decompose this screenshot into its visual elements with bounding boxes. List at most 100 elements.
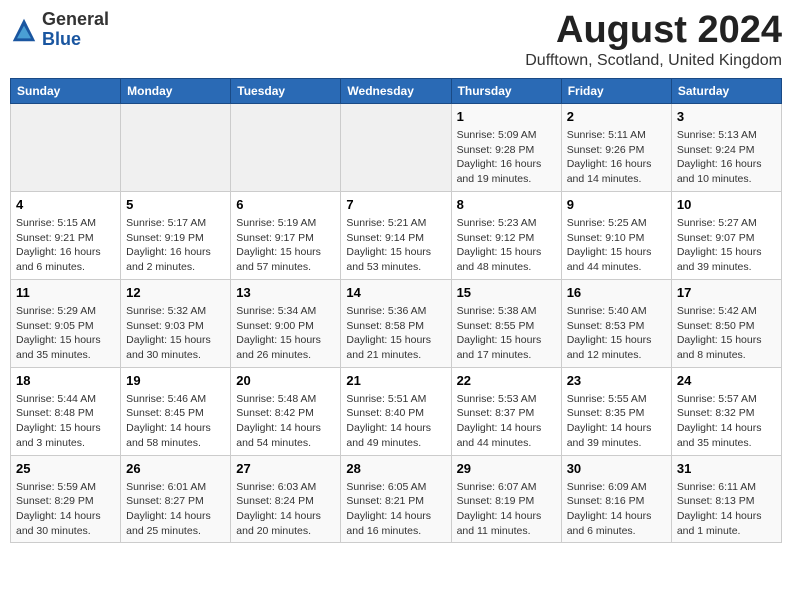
day-number: 18 <box>16 372 115 390</box>
day-info: Sunrise: 6:01 AM Sunset: 8:27 PM Dayligh… <box>126 480 225 539</box>
day-info: Sunrise: 5:29 AM Sunset: 9:05 PM Dayligh… <box>16 304 115 363</box>
day-info: Sunrise: 5:38 AM Sunset: 8:55 PM Dayligh… <box>457 304 556 363</box>
day-number: 20 <box>236 372 335 390</box>
day-number: 12 <box>126 284 225 302</box>
calendar-cell: 26 Sunrise: 6:01 AM Sunset: 8:27 PM Dayli… <box>121 455 231 543</box>
day-number: 5 <box>126 196 225 214</box>
calendar-cell: 13 Sunrise: 5:34 AM Sunset: 9:00 PM Dayli… <box>231 279 341 367</box>
calendar-cell: 24 Sunrise: 5:57 AM Sunset: 8:32 PM Dayli… <box>671 367 781 455</box>
day-info: Sunrise: 5:42 AM Sunset: 8:50 PM Dayligh… <box>677 304 776 363</box>
day-info: Sunrise: 5:15 AM Sunset: 9:21 PM Dayligh… <box>16 216 115 275</box>
calendar-cell: 22 Sunrise: 5:53 AM Sunset: 8:37 PM Dayli… <box>451 367 561 455</box>
calendar-cell: 1 Sunrise: 5:09 AM Sunset: 9:28 PM Daylig… <box>451 103 561 191</box>
weekday-header-row: SundayMondayTuesdayWednesdayThursdayFrid… <box>11 78 782 103</box>
weekday-header-saturday: Saturday <box>671 78 781 103</box>
day-info: Sunrise: 5:59 AM Sunset: 8:29 PM Dayligh… <box>16 480 115 539</box>
day-info: Sunrise: 5:11 AM Sunset: 9:26 PM Dayligh… <box>567 128 666 187</box>
calendar-cell: 14Sunrise: 5:36 AM Sunset: 8:58 PM Dayli… <box>341 279 451 367</box>
calendar-cell: 3 Sunrise: 5:13 AM Sunset: 9:24 PM Daylig… <box>671 103 781 191</box>
day-info: Sunrise: 5:23 AM Sunset: 9:12 PM Dayligh… <box>457 216 556 275</box>
day-number: 24 <box>677 372 776 390</box>
calendar-week-1: 1 Sunrise: 5:09 AM Sunset: 9:28 PM Daylig… <box>11 103 782 191</box>
day-number: 31 <box>677 460 776 478</box>
calendar-cell: 18 Sunrise: 5:44 AM Sunset: 8:48 PM Dayli… <box>11 367 121 455</box>
weekday-header-friday: Friday <box>561 78 671 103</box>
day-number: 27 <box>236 460 335 478</box>
day-info: Sunrise: 5:17 AM Sunset: 9:19 PM Dayligh… <box>126 216 225 275</box>
calendar-cell: 9Sunrise: 5:25 AM Sunset: 9:10 PM Daylig… <box>561 191 671 279</box>
calendar-cell <box>121 103 231 191</box>
day-number: 1 <box>457 108 556 126</box>
day-info: Sunrise: 5:32 AM Sunset: 9:03 PM Dayligh… <box>126 304 225 363</box>
day-number: 21 <box>346 372 445 390</box>
title-block: August 2024 Dufftown, Scotland, United K… <box>525 10 782 70</box>
page-header: General Blue August 2024 Dufftown, Scotl… <box>10 10 782 70</box>
location: Dufftown, Scotland, United Kingdom <box>525 52 782 70</box>
day-info: Sunrise: 5:09 AM Sunset: 9:28 PM Dayligh… <box>457 128 556 187</box>
day-number: 17 <box>677 284 776 302</box>
calendar-cell: 30 Sunrise: 6:09 AM Sunset: 8:16 PM Dayli… <box>561 455 671 543</box>
logo-general: General <box>42 9 109 29</box>
day-info: Sunrise: 5:13 AM Sunset: 9:24 PM Dayligh… <box>677 128 776 187</box>
calendar-cell: 21Sunrise: 5:51 AM Sunset: 8:40 PM Dayli… <box>341 367 451 455</box>
calendar-cell <box>11 103 121 191</box>
calendar-cell: 15Sunrise: 5:38 AM Sunset: 8:55 PM Dayli… <box>451 279 561 367</box>
calendar-cell: 11 Sunrise: 5:29 AM Sunset: 9:05 PM Dayli… <box>11 279 121 367</box>
day-number: 6 <box>236 196 335 214</box>
day-number: 26 <box>126 460 225 478</box>
day-number: 7 <box>346 196 445 214</box>
calendar-cell: 19 Sunrise: 5:46 AM Sunset: 8:45 PM Dayli… <box>121 367 231 455</box>
logo: General Blue <box>10 10 109 50</box>
day-info: Sunrise: 6:11 AM Sunset: 8:13 PM Dayligh… <box>677 480 776 539</box>
day-info: Sunrise: 5:53 AM Sunset: 8:37 PM Dayligh… <box>457 392 556 451</box>
weekday-header-sunday: Sunday <box>11 78 121 103</box>
weekday-header-tuesday: Tuesday <box>231 78 341 103</box>
day-info: Sunrise: 5:57 AM Sunset: 8:32 PM Dayligh… <box>677 392 776 451</box>
day-number: 25 <box>16 460 115 478</box>
day-info: Sunrise: 5:19 AM Sunset: 9:17 PM Dayligh… <box>236 216 335 275</box>
day-number: 10 <box>677 196 776 214</box>
day-number: 19 <box>126 372 225 390</box>
calendar-cell: 23Sunrise: 5:55 AM Sunset: 8:35 PM Dayli… <box>561 367 671 455</box>
day-info: Sunrise: 5:44 AM Sunset: 8:48 PM Dayligh… <box>16 392 115 451</box>
day-number: 13 <box>236 284 335 302</box>
day-info: Sunrise: 5:36 AM Sunset: 8:58 PM Dayligh… <box>346 304 445 363</box>
day-number: 28 <box>346 460 445 478</box>
day-info: Sunrise: 5:27 AM Sunset: 9:07 PM Dayligh… <box>677 216 776 275</box>
calendar-cell: 6 Sunrise: 5:19 AM Sunset: 9:17 PM Daylig… <box>231 191 341 279</box>
calendar-week-3: 11 Sunrise: 5:29 AM Sunset: 9:05 PM Dayli… <box>11 279 782 367</box>
day-number: 22 <box>457 372 556 390</box>
day-number: 3 <box>677 108 776 126</box>
logo-icon <box>10 16 38 44</box>
day-info: Sunrise: 6:09 AM Sunset: 8:16 PM Dayligh… <box>567 480 666 539</box>
day-number: 29 <box>457 460 556 478</box>
calendar-cell: 8 Sunrise: 5:23 AM Sunset: 9:12 PM Daylig… <box>451 191 561 279</box>
calendar-cell: 20 Sunrise: 5:48 AM Sunset: 8:42 PM Dayli… <box>231 367 341 455</box>
day-info: Sunrise: 5:48 AM Sunset: 8:42 PM Dayligh… <box>236 392 335 451</box>
calendar-cell <box>231 103 341 191</box>
logo-text: General Blue <box>42 10 109 50</box>
logo-blue: Blue <box>42 29 81 49</box>
calendar-week-4: 18 Sunrise: 5:44 AM Sunset: 8:48 PM Dayli… <box>11 367 782 455</box>
day-number: 11 <box>16 284 115 302</box>
calendar-cell: 4 Sunrise: 5:15 AM Sunset: 9:21 PM Daylig… <box>11 191 121 279</box>
day-number: 30 <box>567 460 666 478</box>
day-number: 23 <box>567 372 666 390</box>
day-info: Sunrise: 5:46 AM Sunset: 8:45 PM Dayligh… <box>126 392 225 451</box>
calendar-week-2: 4 Sunrise: 5:15 AM Sunset: 9:21 PM Daylig… <box>11 191 782 279</box>
day-info: Sunrise: 5:40 AM Sunset: 8:53 PM Dayligh… <box>567 304 666 363</box>
day-info: Sunrise: 6:07 AM Sunset: 8:19 PM Dayligh… <box>457 480 556 539</box>
day-number: 8 <box>457 196 556 214</box>
day-number: 2 <box>567 108 666 126</box>
month-year: August 2024 <box>525 10 782 52</box>
day-number: 16 <box>567 284 666 302</box>
day-info: Sunrise: 6:03 AM Sunset: 8:24 PM Dayligh… <box>236 480 335 539</box>
day-number: 4 <box>16 196 115 214</box>
day-info: Sunrise: 5:21 AM Sunset: 9:14 PM Dayligh… <box>346 216 445 275</box>
weekday-header-wednesday: Wednesday <box>341 78 451 103</box>
day-info: Sunrise: 5:34 AM Sunset: 9:00 PM Dayligh… <box>236 304 335 363</box>
weekday-header-monday: Monday <box>121 78 231 103</box>
day-info: Sunrise: 6:05 AM Sunset: 8:21 PM Dayligh… <box>346 480 445 539</box>
calendar-cell: 16 Sunrise: 5:40 AM Sunset: 8:53 PM Dayli… <box>561 279 671 367</box>
calendar-cell: 2 Sunrise: 5:11 AM Sunset: 9:26 PM Daylig… <box>561 103 671 191</box>
